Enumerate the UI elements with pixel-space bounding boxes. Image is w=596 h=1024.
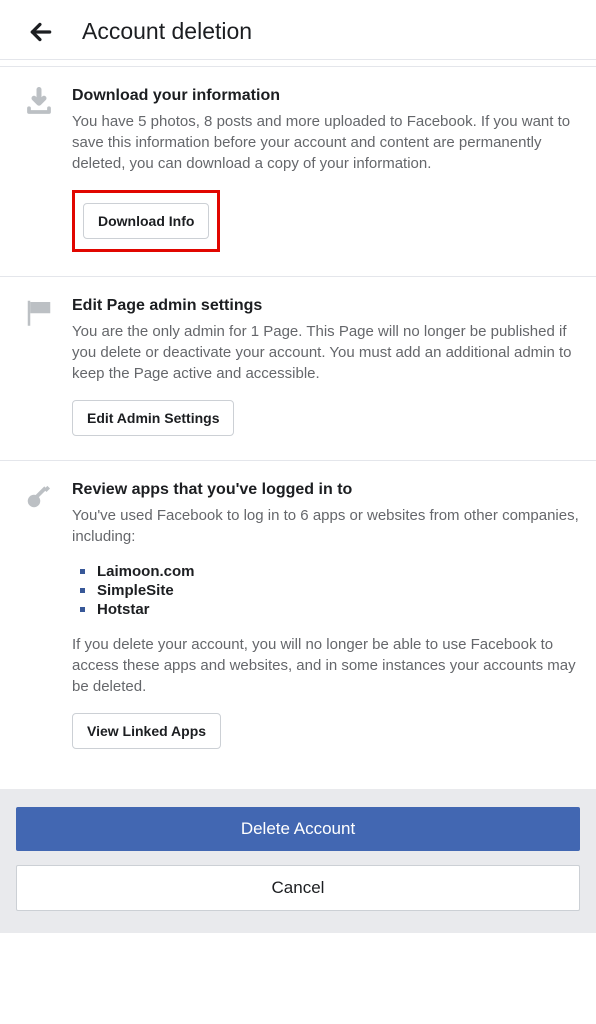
section-body: Edit Page admin settings You are the onl… <box>72 297 580 436</box>
highlight-box: Download Info <box>72 190 220 252</box>
section-page-admin: Edit Page admin settings You are the onl… <box>0 277 596 461</box>
content: Download your information You have 5 pho… <box>0 66 596 773</box>
key-icon <box>24 481 54 511</box>
apps-desc2: If you delete your account, you will no … <box>72 634 580 697</box>
list-item: Hotstar <box>80 601 580 618</box>
download-info-button[interactable]: Download Info <box>83 203 209 239</box>
download-title: Download your information <box>72 87 580 105</box>
apps-title: Review apps that you've logged in to <box>72 481 580 499</box>
section-apps: Review apps that you've logged in to You… <box>0 461 596 773</box>
section-download: Download your information You have 5 pho… <box>0 67 596 277</box>
view-linked-apps-button[interactable]: View Linked Apps <box>72 713 221 749</box>
download-desc: You have 5 photos, 8 posts and more uplo… <box>72 111 580 174</box>
flag-icon <box>24 297 54 327</box>
cancel-button[interactable]: Cancel <box>16 865 580 911</box>
app-list: Laimoon.com SimpleSite Hotstar <box>80 563 580 618</box>
page-admin-title: Edit Page admin settings <box>72 297 580 315</box>
header: Account deletion <box>0 0 596 60</box>
delete-account-button[interactable]: Delete Account <box>16 807 580 851</box>
page-title: Account deletion <box>82 18 252 45</box>
edit-admin-settings-button[interactable]: Edit Admin Settings <box>72 400 234 436</box>
apps-desc: You've used Facebook to log in to 6 apps… <box>72 505 580 547</box>
section-body: Download your information You have 5 pho… <box>72 87 580 252</box>
download-icon <box>24 87 54 117</box>
back-arrow-icon[interactable] <box>28 19 54 45</box>
page-admin-desc: You are the only admin for 1 Page. This … <box>72 321 580 384</box>
list-item: Laimoon.com <box>80 563 580 580</box>
section-body: Review apps that you've logged in to You… <box>72 481 580 749</box>
list-item: SimpleSite <box>80 582 580 599</box>
footer: Delete Account Cancel <box>0 789 596 933</box>
